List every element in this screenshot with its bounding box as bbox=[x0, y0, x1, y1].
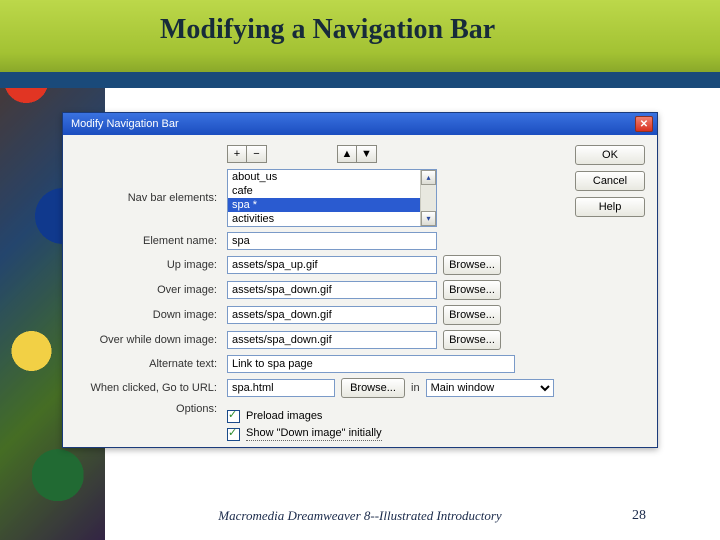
add-element-button[interactable]: + bbox=[227, 145, 247, 163]
browse-down-image-button[interactable]: Browse... bbox=[443, 305, 501, 325]
target-window-select[interactable]: Main window bbox=[426, 379, 554, 397]
goto-url-input[interactable] bbox=[227, 379, 335, 397]
over-while-down-input[interactable] bbox=[227, 331, 437, 349]
ok-button[interactable]: OK bbox=[575, 145, 645, 165]
listbox-scrollbar[interactable]: ▴ ▾ bbox=[420, 170, 436, 226]
label-element-name: Element name: bbox=[75, 235, 221, 247]
slide-footer: Macromedia Dreamweaver 8--Illustrated In… bbox=[0, 500, 720, 540]
down-image-input[interactable] bbox=[227, 306, 437, 324]
list-item[interactable]: cafe bbox=[228, 184, 436, 198]
element-name-input[interactable] bbox=[227, 232, 437, 250]
list-item[interactable]: activities bbox=[228, 212, 436, 226]
list-item[interactable]: about_us bbox=[228, 170, 436, 184]
scroll-up-icon[interactable]: ▴ bbox=[421, 170, 436, 185]
browse-over-while-down-button[interactable]: Browse... bbox=[443, 330, 501, 350]
browse-up-image-button[interactable]: Browse... bbox=[443, 255, 501, 275]
scroll-down-icon[interactable]: ▾ bbox=[421, 211, 436, 226]
cancel-button[interactable]: Cancel bbox=[575, 171, 645, 191]
dialog-titlebar: Modify Navigation Bar ✕ bbox=[63, 113, 657, 135]
label-in: in bbox=[411, 382, 420, 394]
list-item[interactable]: spa * bbox=[228, 198, 436, 212]
page-number: 28 bbox=[632, 508, 646, 524]
label-down-image: Down image: bbox=[75, 309, 221, 321]
remove-element-button[interactable]: − bbox=[247, 145, 267, 163]
alternate-text-input[interactable] bbox=[227, 355, 515, 373]
move-down-button[interactable]: ▼ bbox=[357, 145, 377, 163]
move-up-button[interactable]: ▲ bbox=[337, 145, 357, 163]
show-down-image-label: Show "Down image" initially bbox=[246, 427, 382, 441]
slide-header: Modifying a Navigation Bar bbox=[0, 0, 720, 88]
dialog-title: Modify Navigation Bar bbox=[71, 118, 635, 130]
label-when-clicked: When clicked, Go to URL: bbox=[75, 382, 221, 394]
slide-title: Modifying a Navigation Bar bbox=[160, 14, 495, 46]
over-image-input[interactable] bbox=[227, 281, 437, 299]
close-icon[interactable]: ✕ bbox=[635, 116, 653, 132]
show-down-image-checkbox[interactable] bbox=[227, 428, 240, 441]
preload-images-label: Preload images bbox=[246, 410, 322, 422]
help-button[interactable]: Help bbox=[575, 197, 645, 217]
nav-bar-elements-listbox[interactable]: about_uscafespa *activities ▴ ▾ bbox=[227, 169, 437, 227]
footer-credit: Macromedia Dreamweaver 8--Illustrated In… bbox=[0, 508, 720, 524]
label-nav-bar-elements: Nav bar elements: bbox=[75, 192, 221, 204]
browse-url-button[interactable]: Browse... bbox=[341, 378, 405, 398]
up-image-input[interactable] bbox=[227, 256, 437, 274]
preload-images-checkbox[interactable] bbox=[227, 410, 240, 423]
label-options: Options: bbox=[75, 403, 221, 415]
label-up-image: Up image: bbox=[75, 259, 221, 271]
browse-over-image-button[interactable]: Browse... bbox=[443, 280, 501, 300]
modify-nav-bar-dialog: Modify Navigation Bar ✕ OK Cancel Help +… bbox=[62, 112, 658, 448]
label-over-while-down: Over while down image: bbox=[75, 334, 221, 346]
label-over-image: Over image: bbox=[75, 284, 221, 296]
label-alternate-text: Alternate text: bbox=[75, 358, 221, 370]
